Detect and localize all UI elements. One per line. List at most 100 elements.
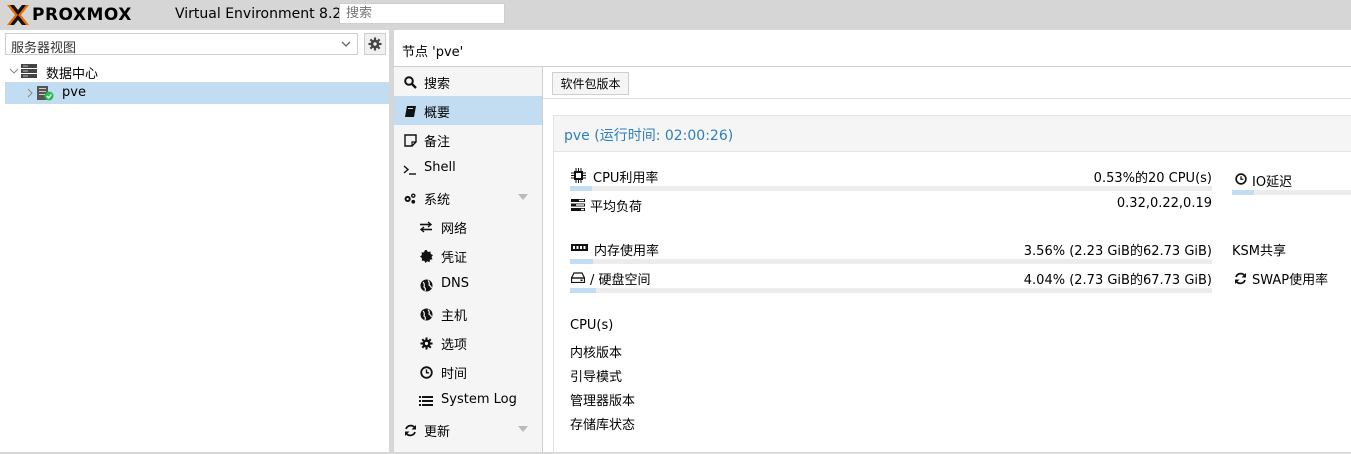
- chevron-right-icon[interactable]: [25, 88, 35, 98]
- refresh-icon: [403, 423, 417, 437]
- global-search-input[interactable]: [339, 3, 505, 24]
- nav-item-dns[interactable]: DNS: [394, 270, 542, 299]
- nav-label: 选项: [441, 338, 468, 353]
- nav-item-system[interactable]: 系统: [394, 183, 542, 212]
- memory-icon: [571, 244, 588, 251]
- summary-toolbar: 软件包版本: [543, 67, 1351, 99]
- brand-name: PROXMOX: [32, 5, 132, 25]
- ksm-sharing-label: KSM共享: [1232, 244, 1286, 259]
- nav-label: 主机: [441, 309, 468, 324]
- nav-item-summary[interactable]: 概要: [394, 96, 542, 125]
- view-select-value: 服务器视图: [11, 41, 77, 56]
- memory-usage-bar: [570, 259, 1212, 264]
- disk-space-bar-fill: [570, 288, 596, 293]
- boot-mode-label: 引导模式: [570, 370, 623, 385]
- clock-icon: [1235, 173, 1247, 185]
- memory-usage-bar-fill: [570, 259, 593, 264]
- io-delay-bar-fill: [1232, 190, 1254, 195]
- memory-usage-value: 3.56% (2.23 GiB的62.73 GiB): [1023, 244, 1212, 259]
- nav-item-search[interactable]: 搜索: [394, 67, 542, 96]
- page-title: 节点 'pve': [402, 45, 464, 60]
- nav-item-shell[interactable]: Shell: [394, 154, 542, 183]
- refresh-icon: [1235, 272, 1246, 285]
- status-panel-title: pve (运行时间: 02:00:26): [564, 128, 734, 144]
- nav-label: DNS: [441, 276, 469, 291]
- tree-item-datacenter[interactable]: 数据中心: [5, 60, 389, 82]
- note-icon: [403, 133, 417, 147]
- nav-item-system-log[interactable]: System Log: [394, 386, 542, 415]
- load-average-label: 平均负荷: [590, 200, 643, 215]
- server-stack-icon: [21, 64, 37, 78]
- nav-label: 概要: [424, 106, 451, 121]
- nav-item-notes[interactable]: 备注: [394, 125, 542, 154]
- nav-item-updates[interactable]: 更新: [394, 415, 542, 444]
- search-icon: [403, 75, 417, 89]
- certificate-icon: [419, 249, 433, 263]
- book-icon: [403, 104, 417, 118]
- tree-settings-button[interactable]: [364, 33, 386, 55]
- exchange-icon: [419, 220, 433, 234]
- globe-icon: [419, 278, 433, 292]
- view-select[interactable]: 服务器视图: [5, 33, 358, 56]
- tree-item-label: pve: [62, 85, 86, 100]
- nav-label: 搜索: [424, 77, 451, 92]
- nav-item-certificates[interactable]: 凭证: [394, 241, 542, 270]
- summary-content: 软件包版本 pve (运行时间: 02:00:26) CPU利用率 0.53%的…: [543, 67, 1351, 454]
- kernel-version-label: 内核版本: [570, 346, 623, 361]
- nav-item-hosts[interactable]: 主机: [394, 299, 542, 328]
- nav-label: 时间: [441, 367, 468, 382]
- nav-label: 凭证: [441, 251, 468, 266]
- status-panel: pve (运行时间: 02:00:26) CPU利用率 0.53%的20 CPU…: [553, 115, 1351, 454]
- caret-down-icon[interactable]: [518, 426, 528, 432]
- node-nav-menu: 搜索 概要 备注 Shell 系统 网络 凭证 DNS 主机 选项 时间 Sys…: [394, 67, 543, 452]
- disk-space-label: / 硬盘空间: [590, 273, 651, 288]
- nav-label: 更新: [424, 425, 451, 440]
- cpu-usage-bar: [570, 186, 1212, 191]
- cpu-usage-value: 0.53%的20 CPU(s): [1093, 171, 1212, 186]
- swap-usage-label: SWAP使用率: [1252, 273, 1329, 288]
- globe-icon: [419, 307, 433, 321]
- io-delay-label: IO延迟: [1252, 175, 1293, 190]
- main-panel: 节点 'pve' 搜索 概要 备注 Shell 系统 网络 凭证 DNS 主机 …: [394, 30, 1351, 454]
- cpu-usage-label: CPU利用率: [593, 171, 659, 186]
- status-panel-header: pve (运行时间: 02:00:26): [554, 116, 1351, 152]
- terminal-icon: [403, 162, 417, 176]
- manager-version-label: 管理器版本: [570, 394, 636, 409]
- nav-item-network[interactable]: 网络: [394, 212, 542, 241]
- nav-label: System Log: [441, 392, 517, 407]
- resource-tree-panel: 服务器视图 数据中心 pve: [0, 30, 389, 452]
- disk-space-value: 4.04% (2.73 GiB的67.73 GiB): [1023, 273, 1212, 288]
- caret-down-icon[interactable]: [518, 194, 528, 200]
- tree-item-label: 数据中心: [46, 67, 99, 82]
- proxmox-x-icon: [7, 5, 29, 25]
- top-header: PROXMOX Virtual Environment 8.2.2: [0, 0, 1351, 30]
- version-label: Virtual Environment 8.2.2: [175, 6, 355, 22]
- clock-icon: [419, 365, 433, 379]
- nav-label: 备注: [424, 135, 451, 150]
- nav-label: 网络: [441, 222, 468, 237]
- cogs-icon: [403, 191, 417, 205]
- nav-label: 系统: [424, 193, 451, 208]
- tasks-icon: [571, 199, 585, 211]
- cpu-icon: [571, 168, 586, 183]
- package-versions-button[interactable]: 软件包版本: [552, 72, 629, 95]
- gear-icon: [419, 336, 433, 350]
- tree-item-pve[interactable]: pve: [5, 82, 389, 104]
- resource-tree: 数据中心 pve: [5, 60, 389, 104]
- hdd-icon: [571, 272, 585, 283]
- nav-label: Shell: [424, 160, 456, 175]
- nav-item-options[interactable]: 选项: [394, 328, 542, 357]
- chevron-down-icon[interactable]: [9, 66, 19, 76]
- memory-usage-label: 内存使用率: [594, 244, 660, 259]
- io-delay-bar: [1232, 190, 1351, 195]
- nav-item-time[interactable]: 时间: [394, 357, 542, 386]
- list-icon: [419, 394, 433, 408]
- repository-status-label: 存储库状态: [570, 418, 636, 433]
- cpus-info-label: CPU(s): [570, 318, 614, 333]
- node-online-icon: [37, 86, 54, 101]
- load-average-value: 0.32,0.22,0.19: [1116, 196, 1212, 211]
- proxmox-logo[interactable]: PROXMOX: [6, 4, 132, 26]
- chevron-down-icon: [341, 41, 351, 47]
- cpu-usage-bar-fill: [570, 186, 592, 191]
- gear-icon: [368, 37, 382, 51]
